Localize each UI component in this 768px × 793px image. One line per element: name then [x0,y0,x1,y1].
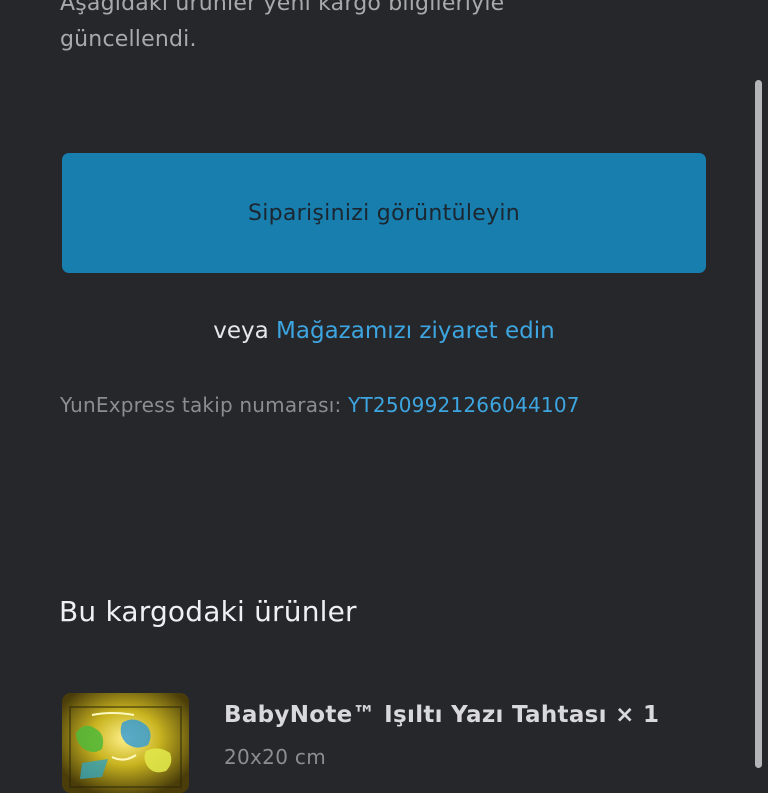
alternate-action-line: veya Mağazamızı ziyaret edin [0,314,768,348]
scrollbar-thumb[interactable] [755,80,762,768]
tracking-info: YunExpress takip numarası: YT25099212660… [60,390,580,420]
tracking-label: YunExpress takip numarası: [60,393,342,417]
shipping-update-message: Aşağıdaki ürünler yeni kargo bilgileriyl… [60,0,505,52]
shipment-items-heading: Bu kargodaki ürünler [59,595,357,628]
view-order-button[interactable]: Siparişinizi görüntüleyin [62,153,706,273]
glow-board-image-icon [62,693,189,793]
view-order-button-label: Siparişinizi görüntüleyin [247,200,521,226]
product-image [62,693,189,793]
tracking-number-link[interactable]: YT2509921266044107 [348,393,580,417]
or-text: veya [213,318,269,344]
visit-store-link[interactable]: Mağazamızı ziyaret edin [276,318,555,344]
product-title: BabyNote™ Işıltı Yazı Tahtası × 1 [224,702,660,728]
